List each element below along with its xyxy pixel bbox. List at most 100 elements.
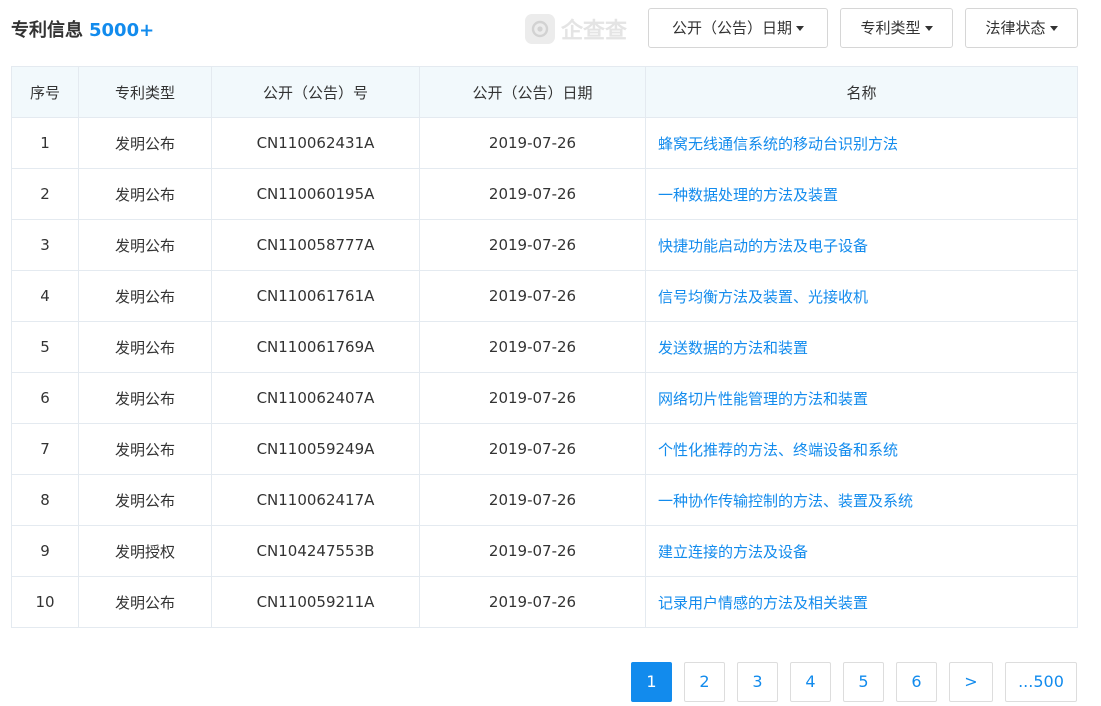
page-button-5[interactable]: 5 (843, 662, 884, 702)
watermark-text: 企查查 (561, 19, 628, 44)
cell-date: 2019-07-26 (419, 525, 646, 577)
cell-name: 个性化推荐的方法、终端设备和系统 (645, 423, 1078, 475)
cell-date: 2019-07-26 (419, 270, 646, 322)
cell-number: CN110061761A (211, 270, 420, 322)
table-row: 4 发明公布 CN110061761A 2019-07-26 信号均衡方法及装置… (11, 270, 1078, 322)
caret-down-icon (1049, 26, 1058, 31)
cell-name: 信号均衡方法及装置、光接收机 (645, 270, 1078, 322)
cell-type: 发明公布 (78, 117, 212, 169)
patent-name-link[interactable]: 一种协作传输控制的方法、装置及系统 (658, 492, 913, 510)
patent-name-link[interactable]: 建立连接的方法及设备 (658, 543, 808, 561)
patent-info-page: 专利信息 5000+ 企查查 公开（公告）日期 专利类型 法律状态 序号 专利类… (0, 0, 1101, 706)
page-button-3[interactable]: 3 (737, 662, 778, 702)
filter-patent-type-label: 专利类型 (860, 19, 921, 37)
table-row: 3 发明公布 CN110058777A 2019-07-26 快捷功能启动的方法… (11, 219, 1078, 271)
table-row: 1 发明公布 CN110062431A 2019-07-26 蜂窝无线通信系统的… (11, 117, 1078, 169)
cell-number: CN110062431A (211, 117, 420, 169)
cell-index: 3 (11, 219, 79, 271)
section-title: 专利信息 5000+ (11, 18, 154, 44)
cell-index: 4 (11, 270, 79, 322)
patent-name-link[interactable]: 快捷功能启动的方法及电子设备 (658, 237, 868, 255)
cell-date: 2019-07-26 (419, 168, 646, 220)
patent-name-link[interactable]: 蜂窝无线通信系统的移动台识别方法 (658, 135, 898, 153)
filter-legal-status-label: 法律状态 (985, 19, 1046, 37)
cell-index: 7 (11, 423, 79, 475)
cell-date: 2019-07-26 (419, 474, 646, 526)
section-title-text: 专利信息 (11, 20, 83, 41)
cell-index: 9 (11, 525, 79, 577)
cell-date: 2019-07-26 (419, 423, 646, 475)
column-header-date: 公开（公告）日期 (419, 66, 646, 118)
cell-date: 2019-07-26 (419, 219, 646, 271)
column-header-type: 专利类型 (78, 66, 212, 118)
cell-type: 发明公布 (78, 168, 212, 220)
cell-name: 蜂窝无线通信系统的移动台识别方法 (645, 117, 1078, 169)
cell-number: CN110062417A (211, 474, 420, 526)
page-button-4[interactable]: 4 (790, 662, 831, 702)
cell-index: 5 (11, 321, 79, 373)
cell-name: 一种数据处理的方法及装置 (645, 168, 1078, 220)
table-row: 8 发明公布 CN110062417A 2019-07-26 一种协作传输控制的… (11, 474, 1078, 526)
cell-type: 发明授权 (78, 525, 212, 577)
patent-name-link[interactable]: 信号均衡方法及装置、光接收机 (658, 288, 868, 306)
cell-number: CN110061769A (211, 321, 420, 373)
cell-date: 2019-07-26 (419, 372, 646, 424)
table-row: 2 发明公布 CN110060195A 2019-07-26 一种数据处理的方法… (11, 168, 1078, 220)
cell-date: 2019-07-26 (419, 117, 646, 169)
cell-number: CN110062407A (211, 372, 420, 424)
cell-type: 发明公布 (78, 423, 212, 475)
patent-name-link[interactable]: 网络切片性能管理的方法和装置 (658, 390, 868, 408)
result-count: 5000+ (89, 20, 155, 41)
qichacha-logo-icon (525, 14, 555, 44)
cell-index: 2 (11, 168, 79, 220)
cell-type: 发明公布 (78, 372, 212, 424)
filter-publish-date-dropdown[interactable]: 公开（公告）日期 (648, 8, 828, 48)
cell-type: 发明公布 (78, 576, 212, 628)
cell-index: 1 (11, 117, 79, 169)
cell-name: 网络切片性能管理的方法和装置 (645, 372, 1078, 424)
filter-patent-type-dropdown[interactable]: 专利类型 (840, 8, 953, 48)
cell-type: 发明公布 (78, 474, 212, 526)
patent-name-link[interactable]: 一种数据处理的方法及装置 (658, 186, 838, 204)
column-header-name: 名称 (645, 66, 1078, 118)
cell-type: 发明公布 (78, 219, 212, 271)
patent-name-link[interactable]: 个性化推荐的方法、终端设备和系统 (658, 441, 898, 459)
next-page-button[interactable]: > (949, 662, 993, 702)
patent-name-link[interactable]: 发送数据的方法和装置 (658, 339, 808, 357)
cell-number: CN110060195A (211, 168, 420, 220)
table-row: 7 发明公布 CN110059249A 2019-07-26 个性化推荐的方法、… (11, 423, 1078, 475)
cell-name: 记录用户情感的方法及相关装置 (645, 576, 1078, 628)
cell-date: 2019-07-26 (419, 321, 646, 373)
cell-name: 发送数据的方法和装置 (645, 321, 1078, 373)
page-button-6[interactable]: 6 (896, 662, 937, 702)
page-button-1[interactable]: 1 (631, 662, 672, 702)
cell-index: 6 (11, 372, 79, 424)
cell-type: 发明公布 (78, 270, 212, 322)
watermark: 企查查 (525, 12, 627, 46)
filter-publish-date-label: 公开（公告）日期 (671, 19, 792, 37)
cell-name: 快捷功能启动的方法及电子设备 (645, 219, 1078, 271)
table-row: 5 发明公布 CN110061769A 2019-07-26 发送数据的方法和装… (11, 321, 1078, 373)
patent-table: 序号 专利类型 公开（公告）号 公开（公告）日期 名称 1 发明公布 CN110… (11, 66, 1078, 628)
last-page-button[interactable]: ...500 (1005, 662, 1077, 702)
cell-index: 10 (11, 576, 79, 628)
cell-date: 2019-07-26 (419, 576, 646, 628)
table-row: 6 发明公布 CN110062407A 2019-07-26 网络切片性能管理的… (11, 372, 1078, 424)
section-header: 专利信息 5000+ 企查查 公开（公告）日期 专利类型 法律状态 (11, 0, 1078, 60)
caret-down-icon (796, 26, 804, 31)
cell-index: 8 (11, 474, 79, 526)
cell-number: CN104247553B (211, 525, 420, 577)
filter-legal-status-dropdown[interactable]: 法律状态 (965, 8, 1078, 48)
cell-type: 发明公布 (78, 321, 212, 373)
table-header-row: 序号 专利类型 公开（公告）号 公开（公告）日期 名称 (11, 66, 1078, 118)
page-button-2[interactable]: 2 (684, 662, 725, 702)
table-row: 9 发明授权 CN104247553B 2019-07-26 建立连接的方法及设… (11, 525, 1078, 577)
cell-number: CN110058777A (211, 219, 420, 271)
cell-name: 建立连接的方法及设备 (645, 525, 1078, 577)
table-row: 10 发明公布 CN110059211A 2019-07-26 记录用户情感的方… (11, 576, 1078, 628)
cell-name: 一种协作传输控制的方法、装置及系统 (645, 474, 1078, 526)
column-header-number: 公开（公告）号 (211, 66, 420, 118)
patent-name-link[interactable]: 记录用户情感的方法及相关装置 (658, 594, 868, 612)
column-header-index: 序号 (11, 66, 79, 118)
cell-number: CN110059211A (211, 576, 420, 628)
